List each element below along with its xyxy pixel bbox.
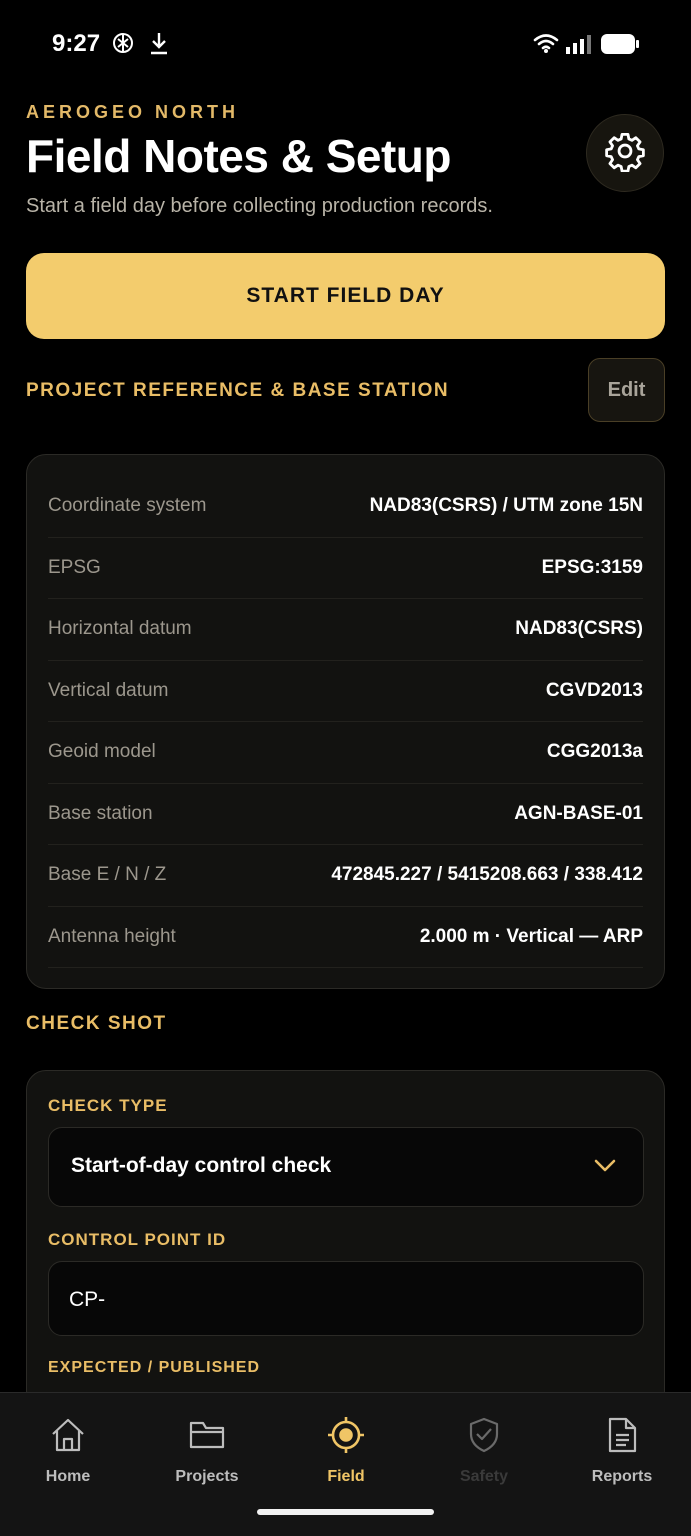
organization-name: AEROGEO NORTH	[26, 102, 240, 122]
check-type-select[interactable]: Start-of-day control check	[48, 1127, 644, 1207]
chevron-down-icon	[593, 1158, 617, 1179]
ref-row-horizontal-datum: Horizontal datum NAD83(CSRS)	[48, 599, 643, 661]
ref-row-epsg: EPSG EPSG:3159	[48, 538, 643, 599]
page-title: Field Notes & Setup	[26, 130, 451, 182]
edit-reference-button[interactable]: Edit	[588, 358, 665, 422]
crosshair-icon	[326, 1415, 366, 1460]
ref-row-coordinate-system: Coordinate system NAD83(CSRS) / UTM zone…	[48, 476, 643, 538]
ref-row-geoid-model: Geoid model CGG2013a	[48, 722, 643, 784]
openai-icon	[110, 30, 136, 61]
ref-label: Base E / N / Z	[48, 864, 167, 886]
ref-value: 2.000 m · Vertical — ARP	[419, 925, 643, 947]
nav-label: Projects	[175, 1468, 239, 1485]
start-field-day-button[interactable]: START FIELD DAY	[26, 253, 665, 339]
nav-label: Home	[45, 1468, 91, 1485]
shield-check-icon	[464, 1415, 504, 1460]
nav-item-projects[interactable]: Projects	[147, 1415, 267, 1486]
home-indicator[interactable]	[257, 1509, 434, 1515]
battery-icon	[600, 33, 640, 60]
page-subtitle: Start a field day before collecting prod…	[26, 195, 493, 217]
document-icon	[602, 1415, 642, 1460]
nav-item-home[interactable]: Home	[8, 1415, 128, 1486]
check-type-value: Start-of-day control check	[71, 1154, 332, 1177]
control-point-value: CP-	[69, 1288, 106, 1311]
control-point-label: CONTROL POINT ID	[48, 1230, 227, 1249]
ref-row-antenna-height: Antenna height 2.000 m · Vertical — ARP	[48, 907, 643, 968]
ref-row-vertical-datum: Vertical datum CGVD2013	[48, 661, 643, 722]
home-icon	[48, 1415, 88, 1460]
check-type-label: CHECK TYPE	[48, 1096, 168, 1115]
ref-value: 472845.227 / 5415208.663 / 338.412	[331, 864, 643, 886]
ref-value: NAD83(CSRS)	[515, 618, 643, 640]
expected-published-label: EXPECTED / PUBLISHED	[48, 1359, 261, 1376]
ref-label: Geoid model	[48, 741, 156, 763]
wifi-icon	[532, 32, 560, 59]
ref-label: Coordinate system	[48, 495, 207, 517]
settings-button[interactable]	[586, 114, 664, 192]
download-icon	[148, 30, 170, 61]
reference-section-title: PROJECT REFERENCE & BASE STATION	[26, 380, 450, 401]
header: AEROGEO NORTH Field Notes & Setup Start …	[26, 102, 666, 218]
nav-item-reports[interactable]: Reports	[562, 1415, 682, 1486]
ref-value: EPSG:3159	[541, 556, 643, 578]
status-time: 9:27	[52, 30, 101, 57]
check-shot-card: CHECK TYPE Start-of-day control check CO…	[26, 1070, 665, 1410]
ref-row-base-station: Base station AGN-BASE-01	[48, 784, 643, 845]
gear-icon	[604, 130, 646, 177]
folder-icon	[187, 1415, 227, 1460]
nav-label: Field	[327, 1468, 365, 1485]
nav-item-safety[interactable]: Safety	[424, 1415, 544, 1486]
ref-value: AGN-BASE-01	[514, 802, 643, 824]
ref-value: CGG2013a	[546, 741, 643, 763]
ref-label: Vertical datum	[48, 679, 169, 701]
nav-label: Reports	[591, 1468, 653, 1485]
signal-icon	[566, 34, 594, 59]
ref-label: Horizontal datum	[48, 618, 192, 640]
check-shot-section-title: CHECK SHOT	[26, 1013, 167, 1034]
ref-value: NAD83(CSRS) / UTM zone 15N	[369, 495, 643, 517]
reference-card: Coordinate system NAD83(CSRS) / UTM zone…	[26, 454, 665, 989]
ref-label: Base station	[48, 802, 153, 824]
status-bar: 9:27	[0, 0, 691, 90]
ref-row-base-coordinates: Base E / N / Z 472845.227 / 5415208.663 …	[48, 845, 643, 907]
ref-value: CGVD2013	[545, 679, 643, 701]
ref-label: EPSG	[48, 556, 101, 578]
control-point-input[interactable]: CP-	[48, 1261, 644, 1336]
ref-label: Antenna height	[48, 925, 176, 947]
nav-label: Safety	[459, 1468, 509, 1485]
nav-item-field[interactable]: Field	[286, 1415, 406, 1486]
